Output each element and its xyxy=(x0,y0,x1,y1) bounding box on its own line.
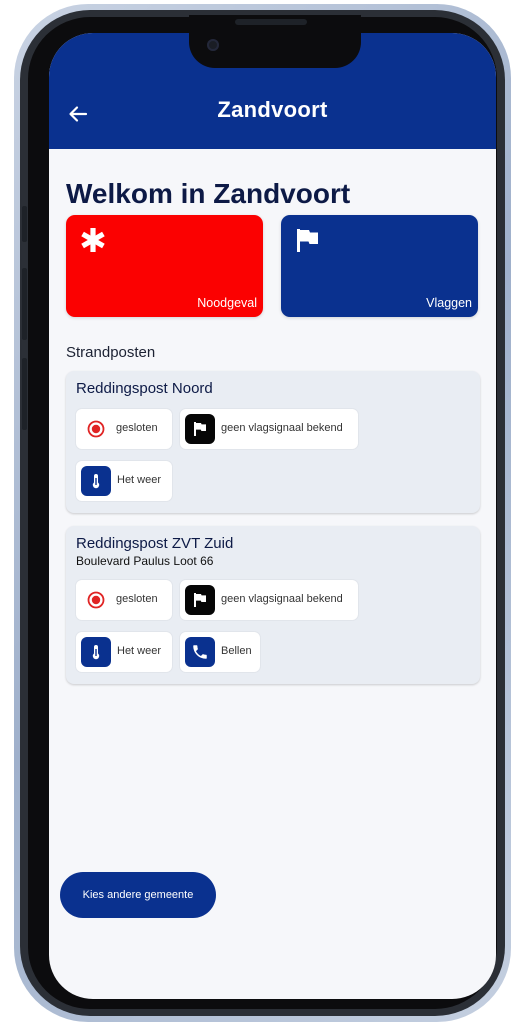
status-text: gesloten xyxy=(116,422,158,434)
emergency-tile[interactable]: Noodgeval xyxy=(66,215,263,317)
post-name: Reddingspost ZVT Zuid xyxy=(76,535,234,552)
weather-chip[interactable]: Het weer xyxy=(76,461,172,501)
flag-icon xyxy=(185,414,215,444)
beach-post-card[interactable]: Reddingspost Noord gesloten geen vlagsig… xyxy=(66,371,480,513)
volume-up-button xyxy=(22,268,27,340)
flag-icon xyxy=(185,585,215,615)
call-chip[interactable]: Bellen xyxy=(180,632,260,672)
beach-post-card[interactable]: Reddingspost ZVT Zuid Boulevard Paulus L… xyxy=(66,526,480,684)
weather-text: Het weer xyxy=(117,645,162,657)
welcome-heading: Welkom in Zandvoort xyxy=(66,178,351,209)
flag-signal-chip: geen vlagsignaal bekend xyxy=(180,580,358,620)
phone-icon xyxy=(185,637,215,667)
flag-signal-text: geen vlagsignaal bekend xyxy=(221,593,343,605)
status-chip: gesloten xyxy=(76,409,172,449)
notch xyxy=(189,15,361,68)
flag-icon xyxy=(297,229,318,252)
thermometer-icon xyxy=(81,466,111,496)
volume-down-button xyxy=(22,358,27,430)
app-screen: Zandvoort Welkom in Zandvoort Noodgeval … xyxy=(49,33,496,999)
post-name: Reddingspost Noord xyxy=(76,380,213,397)
post-address: Boulevard Paulus Loot 66 xyxy=(76,554,214,568)
mute-switch xyxy=(22,206,27,242)
call-text: Bellen xyxy=(221,645,252,657)
closed-status-icon xyxy=(81,414,111,444)
status-chip: gesloten xyxy=(76,580,172,620)
status-text: gesloten xyxy=(116,593,158,605)
page-title: Zandvoort xyxy=(217,97,328,122)
flags-tile[interactable]: Vlaggen xyxy=(281,215,478,317)
flags-tile-label: Vlaggen xyxy=(426,296,472,310)
emergency-tile-label: Noodgeval xyxy=(197,296,257,310)
front-camera xyxy=(207,39,219,51)
weather-chip[interactable]: Het weer xyxy=(76,632,172,672)
section-title: Strandposten xyxy=(66,344,156,361)
speaker-grille xyxy=(235,19,307,25)
choose-municipality-button[interactable]: Kies andere gemeente xyxy=(60,872,216,918)
closed-status-icon xyxy=(81,585,111,615)
weather-text: Het weer xyxy=(117,474,162,486)
flag-signal-chip: geen vlagsignaal bekend xyxy=(180,409,358,449)
flag-signal-text: geen vlagsignaal bekend xyxy=(221,422,343,434)
thermometer-icon xyxy=(81,637,111,667)
asterisk-icon xyxy=(81,228,105,252)
